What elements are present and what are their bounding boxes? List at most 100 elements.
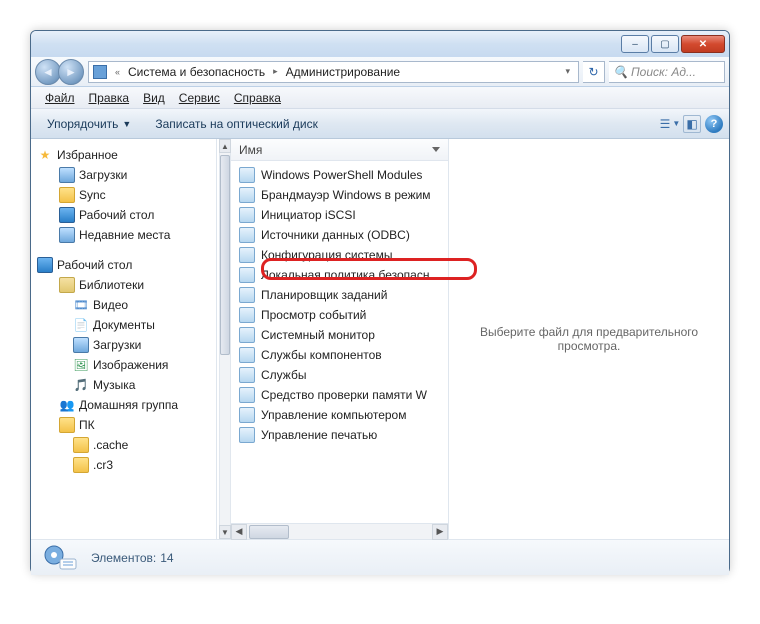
sidebar-item-sync[interactable]: Sync	[33, 185, 214, 205]
file-name: Брандмауэр Windows в режим	[261, 188, 431, 202]
sidebar-item-label: Видео	[93, 298, 128, 312]
search-input[interactable]: 🔍 Поиск: Ад...	[609, 61, 725, 83]
preview-pane-button[interactable]: ◧	[683, 115, 701, 133]
chevron-down-icon[interactable]: ▾	[561, 66, 574, 77]
sidebar-item-homegroup[interactable]: 👥Домашняя группа	[33, 395, 214, 415]
column-header-name[interactable]: Имя	[231, 139, 448, 161]
menu-edit[interactable]: Правка	[83, 89, 136, 107]
column-header-label: Имя	[239, 143, 262, 157]
sidebar-item-cache[interactable]: .cache	[33, 435, 214, 455]
scroll-down-icon[interactable]: ▼	[219, 525, 231, 539]
folder-icon	[73, 437, 89, 453]
shortcut-icon	[239, 207, 255, 223]
file-name: Управление печатью	[261, 428, 377, 442]
menu-help[interactable]: Справка	[228, 89, 287, 107]
scroll-left-icon[interactable]: ◀	[231, 524, 247, 540]
menu-file[interactable]: Файл	[39, 89, 81, 107]
close-button[interactable]: ✕	[681, 35, 725, 53]
file-item[interactable]: Локальная политика безопасн	[235, 265, 448, 285]
file-item[interactable]: Средство проверки памяти W	[235, 385, 448, 405]
scroll-up-icon[interactable]: ▲	[219, 139, 231, 153]
address-bar[interactable]: « Система и безопасность ▸ Администриров…	[88, 61, 579, 83]
refresh-button[interactable]: ↻	[583, 61, 605, 83]
shortcut-icon	[239, 327, 255, 343]
status-count-value: 14	[160, 551, 173, 565]
favorites-label: Избранное	[57, 148, 118, 162]
library-icon	[59, 277, 75, 293]
sidebar-scrollbar[interactable]: ▲ ▼	[219, 139, 231, 539]
sidebar-item-pictures[interactable]: 🖼Изображения	[33, 355, 214, 375]
search-icon: 🔍	[613, 65, 628, 79]
sidebar-item-pc[interactable]: ПК	[33, 415, 214, 435]
sidebar-item-downloads[interactable]: Загрузки	[33, 165, 214, 185]
menubar: Файл Правка Вид Сервис Справка	[31, 87, 729, 109]
shortcut-icon	[239, 167, 255, 183]
file-item[interactable]: Источники данных (ODBC)	[235, 225, 448, 245]
file-item[interactable]: Планировщик заданий	[235, 285, 448, 305]
sidebar-item-videos[interactable]: 🎞Видео	[33, 295, 214, 315]
file-item[interactable]: Системный монитор	[235, 325, 448, 345]
navbar: ◄ ► « Система и безопасность ▸ Администр…	[31, 57, 729, 87]
file-item[interactable]: Брандмауэр Windows в режим	[235, 185, 448, 205]
file-item[interactable]: Управление компьютером	[235, 405, 448, 425]
sidebar-item-music[interactable]: 🎵 Музыка	[33, 375, 214, 395]
shortcut-icon	[239, 287, 255, 303]
sidebar-item-cr3[interactable]: .cr3	[33, 455, 214, 475]
desktop-label: Рабочий стол	[57, 258, 132, 272]
file-item[interactable]: Службы	[235, 365, 448, 385]
search-placeholder: Поиск: Ад...	[631, 65, 696, 79]
recent-icon	[59, 227, 75, 243]
minimize-button[interactable]: –	[621, 35, 649, 53]
scroll-thumb[interactable]	[220, 155, 230, 355]
file-item-system-config[interactable]: Конфигурация системы	[235, 245, 448, 265]
chevron-down-icon: ▼	[122, 119, 131, 129]
menu-tools[interactable]: Сервис	[173, 89, 226, 107]
nav-buttons: ◄ ►	[35, 59, 84, 85]
favorites-header[interactable]: ★Избранное	[33, 145, 214, 165]
file-hscrollbar[interactable]: ◀ ▶	[231, 523, 448, 539]
file-name: Локальная политика безопасн	[261, 268, 429, 282]
sidebar-item-label: Рабочий стол	[79, 208, 154, 222]
file-item[interactable]: Windows PowerShell Modules	[235, 165, 448, 185]
scroll-thumb[interactable]	[249, 525, 289, 539]
forward-button[interactable]: ►	[58, 59, 84, 85]
music-icon: 🎵	[73, 377, 89, 393]
shortcut-icon	[239, 247, 255, 263]
shortcut-icon	[239, 367, 255, 383]
desktop-header[interactable]: Рабочий стол	[33, 255, 214, 275]
downloads-icon	[73, 337, 89, 353]
file-item[interactable]: Инициатор iSCSI	[235, 205, 448, 225]
file-name: Службы	[261, 368, 306, 382]
sidebar-item-downloads[interactable]: Загрузки	[33, 335, 214, 355]
file-item[interactable]: Управление печатью	[235, 425, 448, 445]
file-name: Средство проверки памяти W	[261, 388, 427, 402]
sidebar-item-documents[interactable]: 📄Документы	[33, 315, 214, 335]
menu-view[interactable]: Вид	[137, 89, 171, 107]
chevron-right-icon: ▸	[269, 66, 282, 77]
sidebar-item-desktop[interactable]: Рабочий стол	[33, 205, 214, 225]
content-area: Имя Windows PowerShell Modules Брандмауэ…	[231, 139, 729, 539]
scroll-right-icon[interactable]: ▶	[432, 524, 448, 540]
help-button[interactable]: ?	[705, 115, 723, 133]
maximize-button[interactable]: ▢	[651, 35, 679, 53]
breadcrumb-segment[interactable]: Администрирование	[286, 65, 400, 79]
sidebar-item-recent[interactable]: Недавние места	[33, 225, 214, 245]
shortcut-icon	[239, 407, 255, 423]
body: ★Избранное Загрузки Sync Рабочий стол Не…	[31, 139, 729, 539]
file-item[interactable]: Службы компонентов	[235, 345, 448, 365]
shortcut-icon	[239, 347, 255, 363]
shortcut-icon	[239, 187, 255, 203]
file-name: Службы компонентов	[261, 348, 382, 362]
sidebar-item-libraries[interactable]: Библиотеки	[33, 275, 214, 295]
view-options-button[interactable]: ☰▼	[661, 115, 679, 133]
sidebar-item-label: Загрузки	[79, 168, 127, 182]
file-list: Windows PowerShell Modules Брандмауэр Wi…	[231, 161, 448, 523]
organize-button[interactable]: Упорядочить ▼	[37, 113, 141, 135]
file-item[interactable]: Просмотр событий	[235, 305, 448, 325]
burn-disc-button[interactable]: Записать на оптический диск	[145, 113, 328, 135]
status-count-label: Элементов:	[91, 551, 156, 565]
sidebar-item-label: Музыка	[93, 378, 135, 392]
breadcrumb-segment[interactable]: Система и безопасность	[128, 65, 265, 79]
desktop-icon	[37, 257, 53, 273]
sidebar-item-label: Изображения	[93, 358, 168, 372]
